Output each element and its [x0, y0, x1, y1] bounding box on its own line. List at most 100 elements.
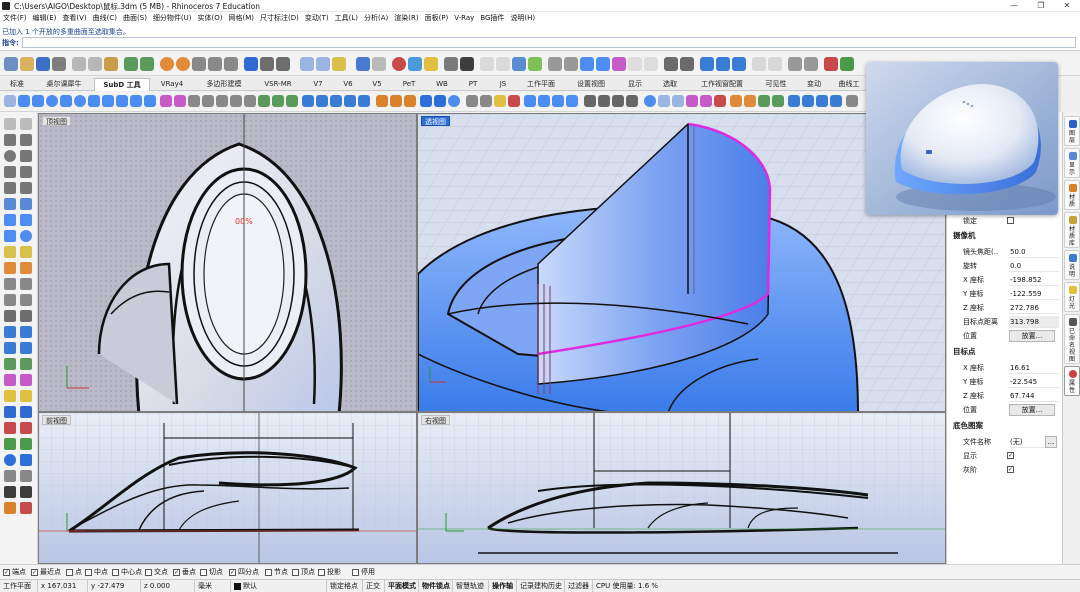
osnap-mid-checkbox[interactable] — [85, 568, 92, 576]
rotate-view-icon[interactable] — [176, 57, 190, 71]
hide-objects-icon[interactable] — [316, 57, 330, 71]
focal-length-field[interactable]: 50.0 — [1009, 246, 1059, 258]
points-on-icon[interactable] — [4, 374, 16, 386]
new-file-icon[interactable] — [4, 57, 18, 71]
osnap-mid[interactable]: 中点 — [85, 568, 108, 577]
status-gumball[interactable]: 操作轴 — [489, 580, 517, 592]
tab-visibility[interactable]: 可见性 — [756, 78, 796, 91]
set-view-icon[interactable] — [276, 57, 290, 71]
lock-checkbox[interactable] — [1007, 217, 1014, 224]
subd-box-icon[interactable] — [18, 95, 30, 107]
menu-render[interactable]: 渲染(R) — [391, 12, 421, 24]
fillet-icon[interactable] — [714, 95, 726, 107]
render-icon[interactable] — [392, 57, 406, 71]
osnap-end[interactable]: ✓ 端点 — [3, 568, 26, 577]
help-icon[interactable] — [460, 57, 474, 71]
subd-torus-icon[interactable] — [88, 95, 100, 107]
panel-tab-named-views[interactable]: 已命名视图 — [1064, 314, 1080, 364]
subd-cylinder-icon[interactable] — [32, 95, 44, 107]
subd-delete-icon[interactable] — [508, 95, 520, 107]
point-icon[interactable] — [20, 118, 32, 130]
blend-edge-icon[interactable] — [700, 95, 712, 107]
subd-left-icon[interactable] — [4, 438, 16, 450]
close-button[interactable]: ✕ — [1053, 0, 1080, 12]
tab-js[interactable]: JS — [488, 78, 518, 91]
grasshopper-icon[interactable] — [548, 57, 562, 71]
grayscale-checkbox[interactable]: ✓ — [1007, 466, 1014, 473]
drafting-icon[interactable] — [4, 422, 16, 434]
subd-offset-icon[interactable] — [316, 95, 328, 107]
split-tool-icon[interactable] — [20, 342, 32, 354]
camera-x-field[interactable]: -198.852 — [1009, 274, 1059, 286]
panel-tab-materials[interactable]: 材质 — [1064, 180, 1080, 210]
subd-select-ring-icon[interactable] — [480, 95, 492, 107]
tab-vsr-mr[interactable]: VSR-MR — [254, 78, 302, 91]
tab-zhuoer[interactable]: 桌尔课犀牛 — [34, 78, 94, 91]
subd-extrude-icon[interactable] — [302, 95, 314, 107]
explode-icon[interactable] — [830, 95, 842, 107]
status-planar[interactable]: 平面模式 — [385, 580, 419, 592]
viewport-top-label[interactable]: 顶视图 — [42, 116, 71, 126]
network-surface-icon[interactable] — [672, 95, 684, 107]
osnap-point[interactable]: 点 — [66, 568, 82, 577]
subd-cone-icon[interactable] — [60, 95, 72, 107]
mesh-icon[interactable] — [4, 246, 16, 258]
status-ortho[interactable]: 正交 — [363, 580, 385, 592]
rectangle-icon[interactable] — [20, 166, 32, 178]
line-icon[interactable] — [20, 134, 32, 146]
status-smarttrack[interactable]: 智慧轨迹 — [453, 580, 489, 592]
scale-icon[interactable] — [612, 95, 624, 107]
target-z-field[interactable]: 67.744 — [1009, 390, 1059, 402]
dimension-tool-icon[interactable] — [4, 390, 16, 402]
mail-icon[interactable] — [20, 502, 32, 514]
zoom-extents-icon[interactable] — [208, 57, 222, 71]
polyline-icon[interactable] — [4, 134, 16, 146]
tab-subd-tools[interactable]: SubD 工具 — [94, 78, 150, 91]
osnap-disable-checkbox[interactable] — [352, 568, 359, 576]
subd-to-nurbs-icon[interactable] — [376, 95, 388, 107]
subd-ellipsoid-icon[interactable] — [74, 95, 86, 107]
browse-file-button[interactable]: ... — [1045, 436, 1057, 448]
tab-v7[interactable]: V7 — [302, 78, 334, 91]
menu-help[interactable]: 说明(H) — [507, 12, 538, 24]
select-arrow-icon[interactable] — [4, 118, 16, 130]
split-icon[interactable] — [788, 95, 800, 107]
menu-subd[interactable]: 细分物件(U) — [150, 12, 195, 24]
maximize-button[interactable]: ❐ — [1027, 0, 1055, 12]
lock-objects-icon[interactable] — [332, 57, 346, 71]
extrude-curve-icon[interactable] — [20, 214, 32, 226]
camera-icon[interactable] — [664, 57, 678, 71]
tab-transform[interactable]: 变动 — [796, 78, 832, 91]
panel-tab-layers[interactable]: 图层 — [1064, 116, 1080, 146]
select-all-icon[interactable] — [300, 57, 314, 71]
subd-project-icon[interactable] — [552, 95, 564, 107]
menu-view[interactable]: 查看(V) — [59, 12, 89, 24]
box-icon[interactable] — [596, 57, 610, 71]
mesh-tools-icon[interactable] — [20, 246, 32, 258]
copy-tool-icon[interactable] — [20, 278, 32, 290]
osnap-center-checkbox[interactable] — [112, 568, 119, 576]
extra-tool-icon[interactable] — [840, 57, 854, 71]
cplane-tool-icon[interactable] — [20, 470, 32, 482]
tab-select[interactable]: 选取 — [652, 78, 688, 91]
subd-crease-icon[interactable] — [160, 95, 172, 107]
subd-unweld-icon[interactable] — [244, 95, 256, 107]
menu-solid[interactable]: 实体(O) — [195, 12, 226, 24]
tab-set-view[interactable]: 设置视图 — [564, 78, 618, 91]
curve-fillet-icon[interactable] — [4, 198, 16, 210]
tab-poly-modeling[interactable]: 多边形建模 — [194, 78, 254, 91]
record-icon[interactable] — [804, 57, 818, 71]
menu-file[interactable]: 文件(F) — [0, 12, 30, 24]
menu-panels[interactable]: 面板(P) — [422, 12, 452, 24]
array-tool-icon[interactable] — [20, 310, 32, 322]
subd-insert-point-icon[interactable] — [272, 95, 284, 107]
environment-icon[interactable] — [4, 454, 16, 466]
subd-smooth-icon[interactable] — [434, 95, 446, 107]
mesh-to-subd-icon[interactable] — [390, 95, 402, 107]
options-icon[interactable] — [444, 57, 458, 71]
subd-bridge-icon[interactable] — [188, 95, 200, 107]
text-tool-icon[interactable] — [20, 390, 32, 402]
osnap-perp-checkbox[interactable]: ✓ — [173, 568, 180, 576]
display-mode-icon[interactable] — [700, 57, 714, 71]
trim-tool-icon[interactable] — [4, 342, 16, 354]
